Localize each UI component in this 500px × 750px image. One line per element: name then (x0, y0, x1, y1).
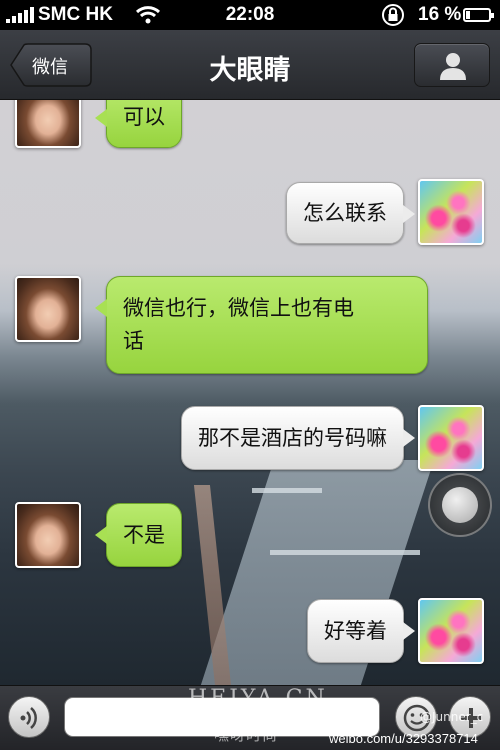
background-photo-road (193, 485, 233, 685)
my-avatar[interactable] (418, 179, 484, 245)
my-avatar[interactable] (418, 405, 484, 471)
message-text-line: 话 (123, 329, 144, 353)
chat-area[interactable]: 可以 怎么联系 微信也行，微信上也有电 话 那不是酒店的号码嘛 不是 好等着 (0, 100, 500, 685)
battery-icon (463, 8, 494, 22)
message-text: 怎么联系 (303, 201, 387, 225)
message-text-line: 微信也行，微信上也有电 (123, 296, 354, 320)
weibo-url-watermark: weibo.com/u/3293378714 (329, 731, 478, 746)
voice-input-button[interactable] (8, 696, 50, 738)
rotation-lock-icon (382, 4, 404, 26)
outgoing-message-bubble[interactable]: 怎么联系 (286, 182, 415, 244)
message-text: 好等着 (324, 619, 387, 643)
contact-avatar[interactable] (15, 276, 81, 342)
battery-percentage: 16 % (418, 4, 462, 25)
voice-waves-icon (20, 707, 37, 729)
contact-avatar[interactable] (15, 502, 81, 568)
weibo-user-watermark: @Junner_c (420, 710, 484, 724)
incoming-message-bubble[interactable]: 不是 (95, 503, 182, 567)
person-icon (440, 53, 466, 80)
contact-avatar[interactable] (15, 100, 81, 148)
my-avatar[interactable] (418, 598, 484, 664)
assistive-touch-button[interactable] (428, 473, 492, 537)
battery-level-fill (466, 11, 470, 19)
outgoing-message-bubble[interactable]: 好等着 (307, 599, 415, 663)
heiya-cn-watermark: 嘿呀时尚 (214, 726, 279, 744)
navigation-bar: 微信 大眼睛 (0, 30, 500, 100)
contact-profile-button[interactable] (414, 43, 490, 87)
background-photo-bridge (270, 550, 420, 555)
outgoing-message-bubble[interactable]: 那不是酒店的号码嘛 (181, 406, 415, 470)
message-text: 可以 (123, 105, 165, 129)
status-bar: SMC HK 22:08 16 % (0, 0, 500, 30)
incoming-message-bubble[interactable]: 微信也行，微信上也有电 话 (95, 276, 428, 374)
message-text: 不是 (123, 523, 165, 547)
incoming-message-bubble[interactable]: 可以 (95, 100, 182, 148)
heiya-watermark: HEIYA.CN (188, 686, 328, 711)
message-text: 那不是酒店的号码嘛 (198, 426, 387, 450)
background-photo-bridge (252, 488, 322, 493)
